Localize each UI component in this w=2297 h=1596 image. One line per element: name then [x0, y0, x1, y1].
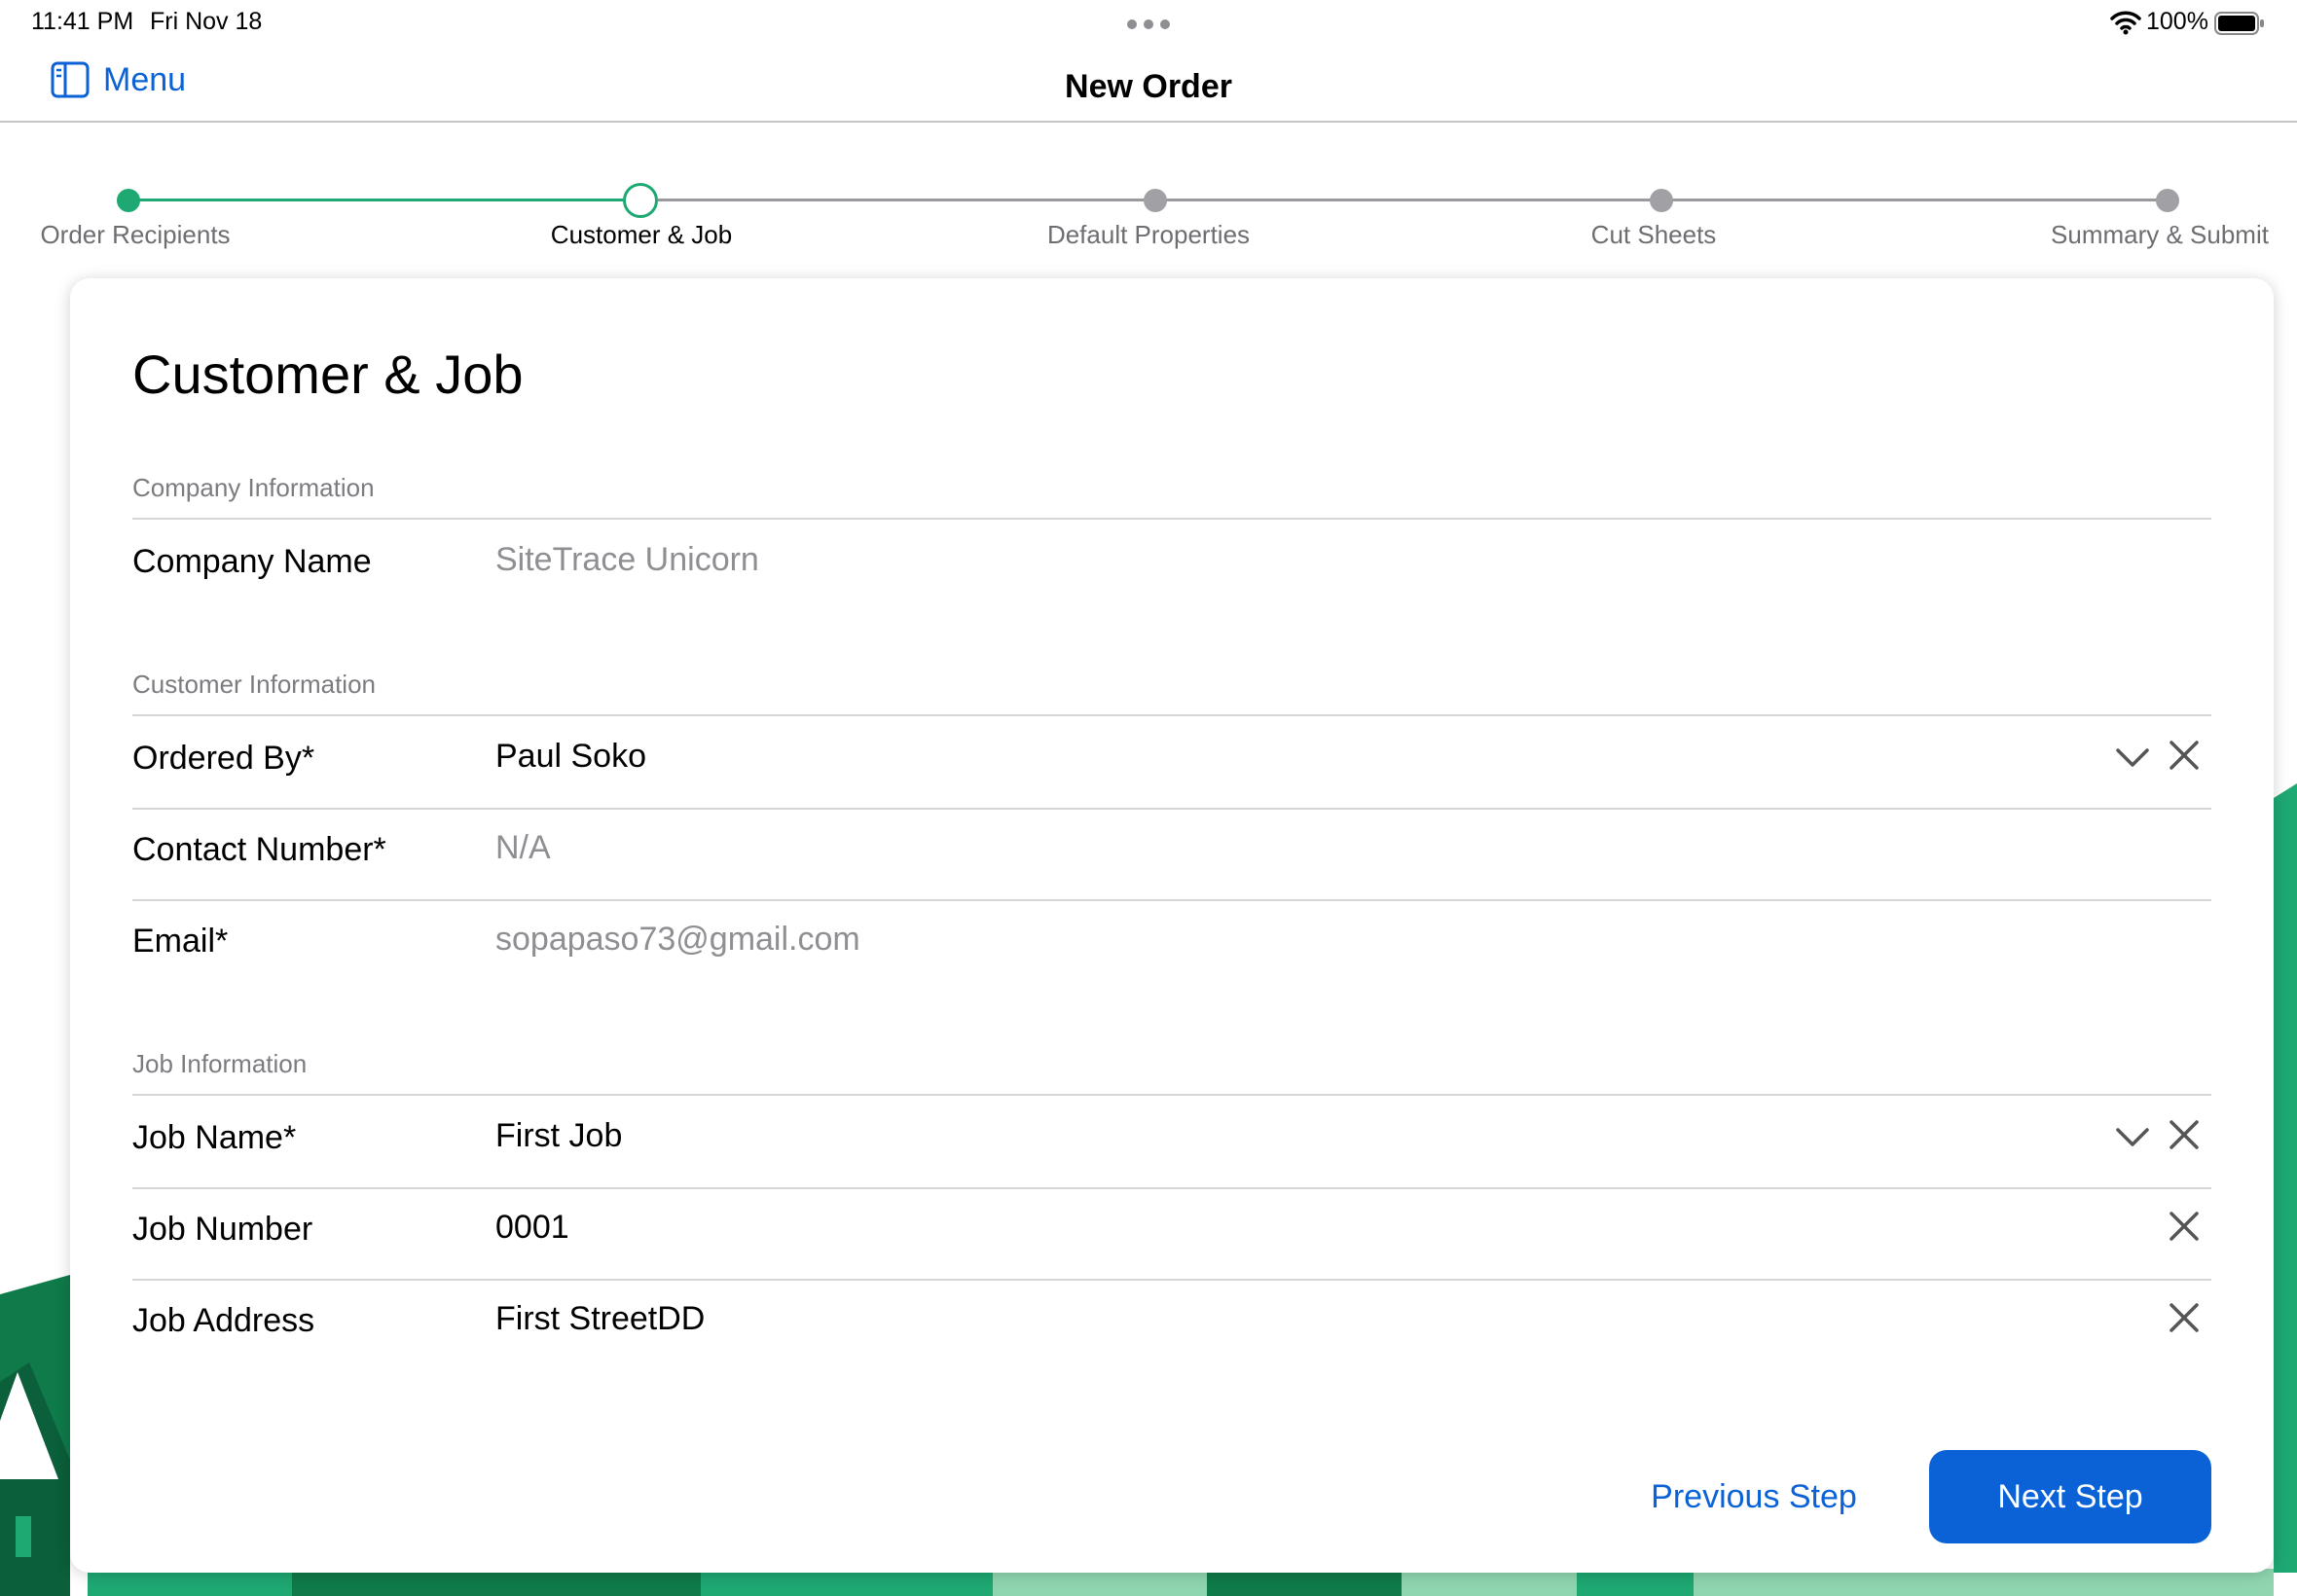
contact-number-label: Contact Number* — [132, 831, 386, 868]
step-dot-default-properties[interactable] — [1144, 189, 1167, 212]
chevron-down-icon[interactable] — [2116, 747, 2149, 769]
close-icon[interactable] — [2169, 1302, 2200, 1333]
navigation-bar: Menu New Order — [0, 49, 2297, 123]
email-value: sopapaso73@gmail.com — [495, 921, 860, 958]
step-label-default-properties[interactable]: Default Properties — [1047, 220, 1250, 250]
step-label-summary-submit[interactable]: Summary & Submit — [2051, 220, 2269, 250]
step-label-customer-job[interactable]: Customer & Job — [551, 220, 732, 250]
step-label-cut-sheets[interactable]: Cut Sheets — [1591, 220, 1717, 250]
step-dot-summary-submit[interactable] — [2156, 189, 2179, 212]
wifi-icon — [2110, 11, 2141, 35]
status-time: 11:41 PM — [31, 8, 134, 35]
email-row: Email* sopapaso73@gmail.com — [132, 899, 2211, 991]
ordered-by-value[interactable]: Paul Soko — [495, 738, 646, 776]
section-header-job: Job Information — [132, 1049, 2211, 1096]
chevron-down-icon[interactable] — [2116, 1127, 2149, 1148]
close-icon[interactable] — [2169, 740, 2200, 771]
battery-percentage: 100% — [2146, 8, 2208, 35]
company-name-value: SiteTrace Unicorn — [495, 541, 759, 578]
previous-step-button[interactable]: Previous Step — [1627, 1468, 1880, 1526]
email-label: Email* — [132, 923, 229, 960]
job-address-field[interactable]: Job Address First StreetDD — [132, 1279, 2211, 1370]
job-name-value[interactable]: First Job — [495, 1117, 622, 1155]
company-name-label: Company Name — [132, 543, 372, 580]
status-bar: 11:41 PM Fri Nov 18 100% — [0, 0, 2297, 49]
step-dot-cut-sheets[interactable] — [1650, 189, 1673, 212]
status-date: Fri Nov 18 — [150, 8, 263, 35]
section-header-company: Company Information — [132, 473, 2211, 520]
ordered-by-field[interactable]: Ordered By* Paul Soko — [132, 716, 2211, 810]
job-address-label: Job Address — [132, 1302, 315, 1339]
job-name-field[interactable]: Job Name* First Job — [132, 1096, 2211, 1189]
battery-icon — [2214, 12, 2264, 35]
job-address-value[interactable]: First StreetDD — [495, 1300, 705, 1338]
close-icon[interactable] — [2169, 1211, 2200, 1242]
job-number-label: Job Number — [132, 1211, 313, 1248]
contact-number-row: Contact Number* N/A — [132, 808, 2211, 901]
next-step-button[interactable]: Next Step — [1929, 1450, 2211, 1543]
job-number-value[interactable]: 0001 — [495, 1209, 569, 1247]
step-label-order-recipients[interactable]: Order Recipients — [40, 220, 230, 250]
step-dot-order-recipients[interactable] — [117, 189, 140, 212]
card-title: Customer & Job — [132, 344, 524, 405]
order-stepper: Order Recipients Customer & Job Default … — [0, 181, 2297, 259]
contact-number-value: N/A — [495, 829, 551, 866]
job-name-label: Job Name* — [132, 1119, 297, 1156]
ordered-by-label: Ordered By* — [132, 740, 315, 777]
step-connector — [128, 199, 623, 201]
step-connector — [658, 199, 2167, 201]
page-title: New Order — [1065, 68, 1232, 105]
step-dot-customer-job[interactable] — [623, 183, 658, 218]
customer-job-card: Customer & Job Company Information Compa… — [70, 278, 2274, 1573]
close-icon[interactable] — [2169, 1119, 2200, 1150]
company-name-row: Company Name SiteTrace Unicorn — [132, 520, 2211, 611]
multitasking-dots-icon[interactable] — [1127, 19, 1170, 29]
section-header-customer: Customer Information — [132, 670, 2211, 716]
job-number-field[interactable]: Job Number 0001 — [132, 1187, 2211, 1281]
